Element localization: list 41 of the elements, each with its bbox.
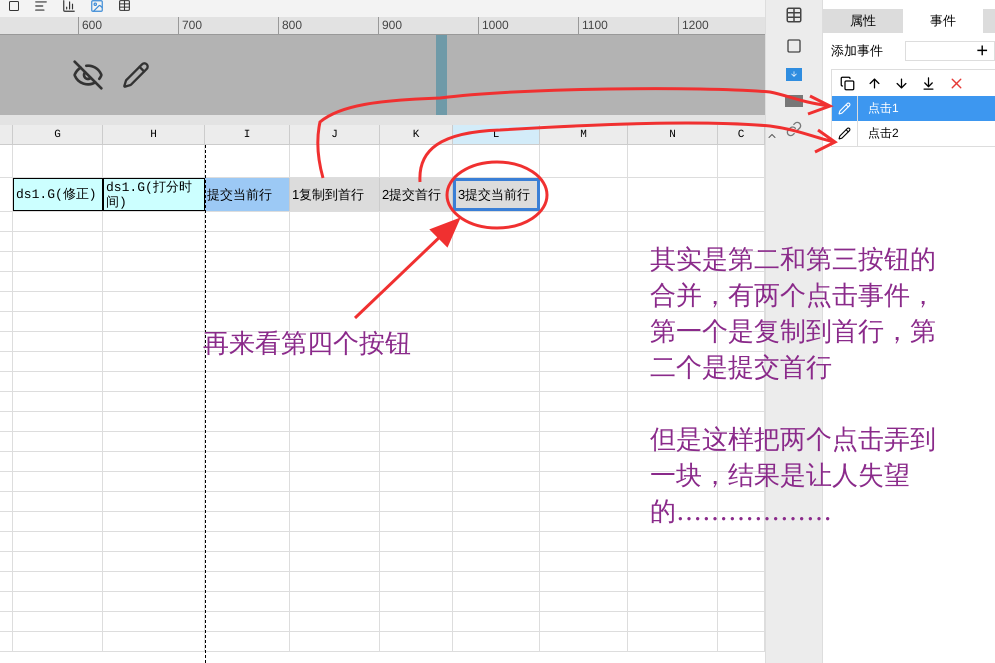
move-down-icon[interactable]	[894, 76, 909, 90]
image-icon[interactable]	[90, 0, 104, 12]
ruler-label: 1100	[582, 18, 608, 32]
cell-button[interactable]: 1复制到首行	[290, 178, 380, 211]
table-cell: ds1.G(修正)	[13, 178, 103, 211]
annotation-text: 再来看第四个按钮	[203, 328, 411, 361]
ruler-label: 1000	[482, 18, 509, 32]
cell-button[interactable]: 3提交当前行	[453, 178, 540, 211]
column-header[interactable]: G	[13, 125, 103, 144]
frame-icon[interactable]	[786, 38, 802, 54]
column-header[interactable]: H	[103, 125, 205, 144]
table-cell: ds1.G(打分时间)	[103, 178, 205, 211]
add-event-label: 添加事件	[831, 42, 883, 60]
add-event-dropdown[interactable]: +	[905, 41, 995, 61]
move-bottom-icon[interactable]	[921, 76, 936, 90]
ruler-label: 700	[182, 18, 202, 32]
annotation-paragraph: 其实是第二和第三按钮的合并，有两个点击事件，第一个是复制到首行，第二个是提交首行	[650, 244, 937, 385]
column-header[interactable]: M	[540, 125, 628, 144]
column-header[interactable]: J	[290, 125, 380, 144]
ruler-label: 800	[282, 18, 302, 32]
column-header[interactable]: I	[205, 125, 290, 144]
column-header[interactable]: N	[628, 125, 718, 144]
ruler-label: 600	[82, 18, 102, 32]
copy-icon[interactable]	[840, 76, 855, 90]
link-icon[interactable]	[786, 121, 802, 137]
pencil-icon	[838, 127, 851, 140]
cell-button[interactable]: 提交当前行	[205, 178, 290, 211]
pencil-icon	[838, 102, 851, 115]
table-info-icon[interactable]	[785, 6, 803, 24]
cell-button[interactable]: 2提交首行	[380, 178, 453, 211]
move-up-icon[interactable]	[867, 76, 882, 90]
annotation-paragraph: 但是这样把两个点击弄到一块，结果是让人失望的………………	[650, 424, 937, 529]
ruler-label: 1200	[682, 18, 709, 32]
panel-tab[interactable]: 属性	[823, 9, 903, 33]
eye-off-icon[interactable]	[72, 59, 104, 91]
text-icon[interactable]	[34, 0, 48, 12]
chart-icon[interactable]	[62, 0, 76, 12]
pencil-icon[interactable]	[122, 61, 150, 89]
ruler-label: 900	[382, 18, 402, 32]
table-icon[interactable]	[118, 0, 131, 12]
dropdown-widget-icon[interactable]	[786, 68, 802, 81]
